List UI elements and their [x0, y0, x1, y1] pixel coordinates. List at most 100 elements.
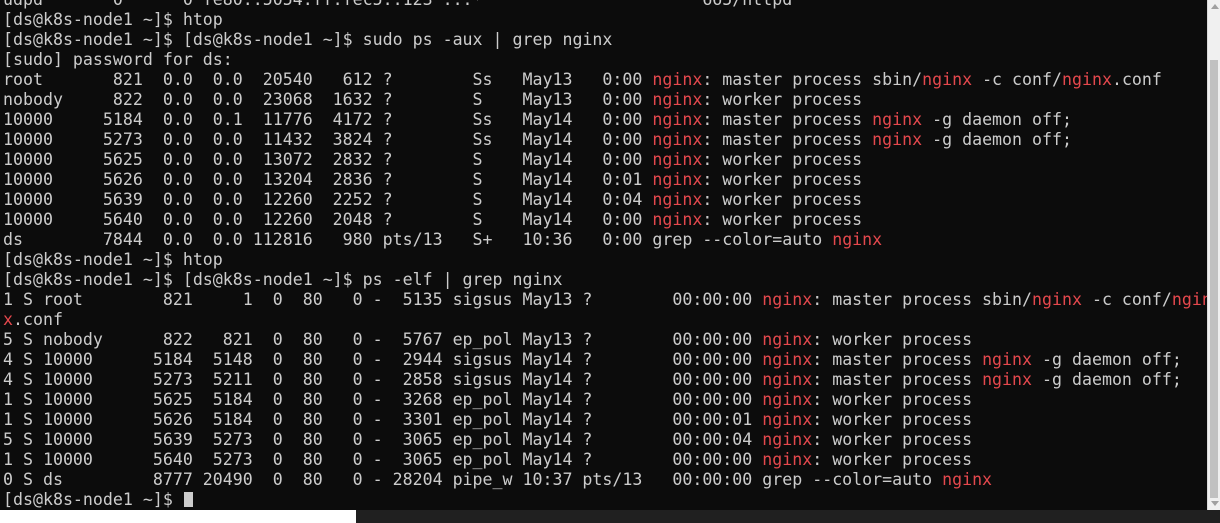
grep-match-text: nginx	[982, 370, 1033, 389]
terminal-text-segment: : worker process	[702, 150, 863, 169]
scroll-down-arrow-icon[interactable]	[1211, 501, 1219, 506]
grep-match-text: nginx	[762, 350, 813, 369]
scrollbar-thumb[interactable]	[1210, 60, 1218, 498]
terminal-text-segment: root 821 0.0 0.0 20540 612 ? Ss May13 0:…	[3, 70, 653, 89]
terminal-line: [sudo] password for ds:	[3, 50, 1207, 70]
terminal-text-segment: 10000 5184 0.0 0.1 11776 4172 ? Ss May14…	[3, 110, 653, 129]
terminal-text-segment: [ds@k8s-node1 ~]$ htop	[3, 10, 223, 29]
terminal-line: [ds@k8s-node1 ~]$ [ds@k8s-node1 ~]$ sudo…	[3, 30, 1207, 50]
terminal-text-segment: : worker process	[812, 450, 973, 469]
terminal-cursor	[183, 492, 193, 507]
terminal-text-segment: -g daemon off;	[922, 130, 1072, 149]
terminal-text-segment: [ds@k8s-node1 ~]$ [ds@k8s-node1 ~]$ ps -…	[3, 270, 563, 289]
terminal-text-segment: .conf	[13, 310, 63, 329]
grep-match-text: nginx	[762, 430, 813, 449]
terminal-text-segment: 10000 5626 0.0 0.0 13204 2836 ? S May14 …	[3, 170, 653, 189]
terminal-text-segment: 1 S 10000 5625 5184 0 80 0 - 3268 ep_pol…	[3, 390, 763, 409]
terminal-text-segment: udpd 0 0 fe80::5054:ff:fec5::123 :::* 66…	[3, 0, 792, 9]
terminal-text-segment: -c conf/	[1081, 290, 1172, 309]
terminal-line: 10000 5639 0.0 0.0 12260 2252 ? S May14 …	[3, 190, 1207, 210]
grep-match-text: nginx	[762, 390, 813, 409]
terminal-text-segment: [ds@k8s-node1 ~]$ [ds@k8s-node1 ~]$ sudo…	[3, 30, 613, 49]
terminal-text-segment: : worker process	[812, 430, 973, 449]
terminal-text-segment: -g daemon off;	[922, 110, 1072, 129]
terminal-text-segment: : worker process	[702, 170, 863, 189]
terminal-text-segment: 4 S 10000 5184 5148 0 80 0 - 2944 sigsus…	[3, 350, 763, 369]
terminal-text-segment: : master process	[812, 370, 983, 389]
grep-match-text: nginx	[762, 410, 813, 429]
terminal-text-segment: : worker process	[812, 390, 973, 409]
grep-match-text: nginx	[652, 130, 703, 149]
grep-match-text: nginx	[922, 70, 973, 89]
grep-match-text: nginx	[832, 230, 883, 249]
terminal-text-segment: 1 S 10000 5640 5273 0 80 0 - 3065 ep_pol…	[3, 450, 763, 469]
terminal-line: [ds@k8s-node1 ~]$ htop	[3, 250, 1207, 270]
terminal-line: [ds@k8s-node1 ~]$ htop	[3, 10, 1207, 30]
grep-match-text: nginx	[652, 170, 703, 189]
terminal-text-segment: -c conf/	[972, 70, 1062, 89]
terminal-text-segment: : master process	[702, 110, 873, 129]
terminal-text-segment: : master process	[812, 350, 983, 369]
terminal-line: 5 S 10000 5639 5273 0 80 0 - 3065 ep_pol…	[3, 430, 1207, 450]
terminal-line: 5 S nobody 822 821 0 80 0 - 5767 ep_pol …	[3, 330, 1207, 350]
terminal-line: root 821 0.0 0.0 20540 612 ? Ss May13 0:…	[3, 70, 1207, 90]
terminal-text-segment: -g daemon off;	[1032, 370, 1182, 389]
grep-match-text: nginx	[1062, 70, 1112, 89]
grep-match-text: nginx	[652, 150, 703, 169]
terminal-text-segment: : master process sbin/	[812, 290, 1033, 309]
terminal-text-segment: 1 S root 821 1 0 80 0 - 5135 sigsus May1…	[3, 290, 763, 309]
terminal-text-segment: 10000 5639 0.0 0.0 12260 2252 ? S May14 …	[3, 190, 653, 209]
terminal-line: [ds@k8s-node1 ~]$	[3, 490, 1207, 510]
terminal-text-segment: nobody 822 0.0 0.0 23068 1632 ? S May13 …	[3, 90, 653, 109]
terminal-output: udpd 0 0 fe80::5054:ff:fec5::123 :::* 66…	[3, 0, 1207, 510]
grep-match-text: nginx	[1032, 290, 1082, 309]
terminal-line: 10000 5273 0.0 0.0 11432 3824 ? Ss May14…	[3, 130, 1207, 150]
terminal-line: 1 S root 821 1 0 80 0 - 5135 sigsus May1…	[3, 290, 1207, 310]
terminal-text-segment: : master process sbin/	[702, 70, 923, 89]
grep-match-text: nginx	[762, 450, 813, 469]
terminal-line: 10000 5184 0.0 0.1 11776 4172 ? Ss May14…	[3, 110, 1207, 130]
terminal-line: 1 S 10000 5626 5184 0 80 0 - 3301 ep_pol…	[3, 410, 1207, 430]
terminal-text-segment: : master process	[702, 130, 873, 149]
terminal-line: 1 S 10000 5625 5184 0 80 0 - 3268 ep_pol…	[3, 390, 1207, 410]
terminal-text-segment: [ds@k8s-node1 ~]$	[3, 490, 173, 509]
terminal-line: nobody 822 0.0 0.0 23068 1632 ? S May13 …	[3, 90, 1207, 110]
grep-match-text: ngin	[1171, 290, 1207, 309]
terminal-text-segment: 0 S ds 8777 20490 0 80 0 - 28204 pipe_w …	[3, 470, 943, 489]
terminal-line: ds 7844 0.0 0.0 112816 980 pts/13 S+ 10:…	[3, 230, 1207, 250]
grep-match-text: nginx	[872, 130, 923, 149]
terminal-line: 0 S ds 8777 20490 0 80 0 - 28204 pipe_w …	[3, 470, 1207, 490]
grep-match-text: nginx	[762, 370, 813, 389]
grep-match-text: nginx	[872, 110, 923, 129]
terminal-text-segment: 4 S 10000 5273 5211 0 80 0 - 2858 sigsus…	[3, 370, 763, 389]
terminal-text-segment: : worker process	[812, 410, 973, 429]
terminal-text-segment: 10000 5273 0.0 0.0 11432 3824 ? Ss May14…	[3, 130, 653, 149]
terminal-line: udpd 0 0 fe80::5054:ff:fec5::123 :::* 66…	[3, 0, 1207, 10]
terminal-text-segment: 5 S nobody 822 821 0 80 0 - 5767 ep_pol …	[3, 330, 763, 349]
terminal-window[interactable]: udpd 0 0 fe80::5054:ff:fec5::123 :::* 66…	[0, 0, 1207, 510]
grep-match-text: nginx	[652, 90, 703, 109]
grep-match-text: nginx	[652, 190, 703, 209]
terminal-line: 1 S 10000 5640 5273 0 80 0 - 3065 ep_pol…	[3, 450, 1207, 470]
terminal-line: 4 S 10000 5184 5148 0 80 0 - 2944 sigsus…	[3, 350, 1207, 370]
background-window-toolbar	[356, 510, 1220, 523]
terminal-text-segment: ds 7844 0.0 0.0 112816 980 pts/13 S+ 10:…	[3, 230, 833, 249]
scroll-up-arrow-icon[interactable]	[1211, 4, 1219, 9]
grep-match-text: nginx	[942, 470, 993, 489]
terminal-line: [ds@k8s-node1 ~]$ [ds@k8s-node1 ~]$ ps -…	[3, 270, 1207, 290]
terminal-line: 10000 5640 0.0 0.0 12260 2048 ? S May14 …	[3, 210, 1207, 230]
terminal-text-segment: [ds@k8s-node1 ~]$ htop	[3, 250, 223, 269]
terminal-line: x.conf	[3, 310, 1207, 330]
terminal-line: 10000 5626 0.0 0.0 13204 2836 ? S May14 …	[3, 170, 1207, 190]
terminal-line: 4 S 10000 5273 5211 0 80 0 - 2858 sigsus…	[3, 370, 1207, 390]
grep-match-text: nginx	[652, 70, 703, 89]
terminal-text-segment: : worker process	[702, 90, 863, 109]
grep-match-text: nginx	[982, 350, 1033, 369]
grep-match-text: nginx	[652, 210, 703, 229]
terminal-text-segment: : worker process	[812, 330, 973, 349]
terminal-text-segment: .conf	[1111, 70, 1162, 89]
vertical-scrollbar[interactable]	[1207, 0, 1220, 510]
terminal-text-segment: : worker process	[702, 210, 863, 229]
terminal-text-segment: 5 S 10000 5639 5273 0 80 0 - 3065 ep_pol…	[3, 430, 763, 449]
terminal-text-segment: 10000 5625 0.0 0.0 13072 2832 ? S May14 …	[3, 150, 653, 169]
